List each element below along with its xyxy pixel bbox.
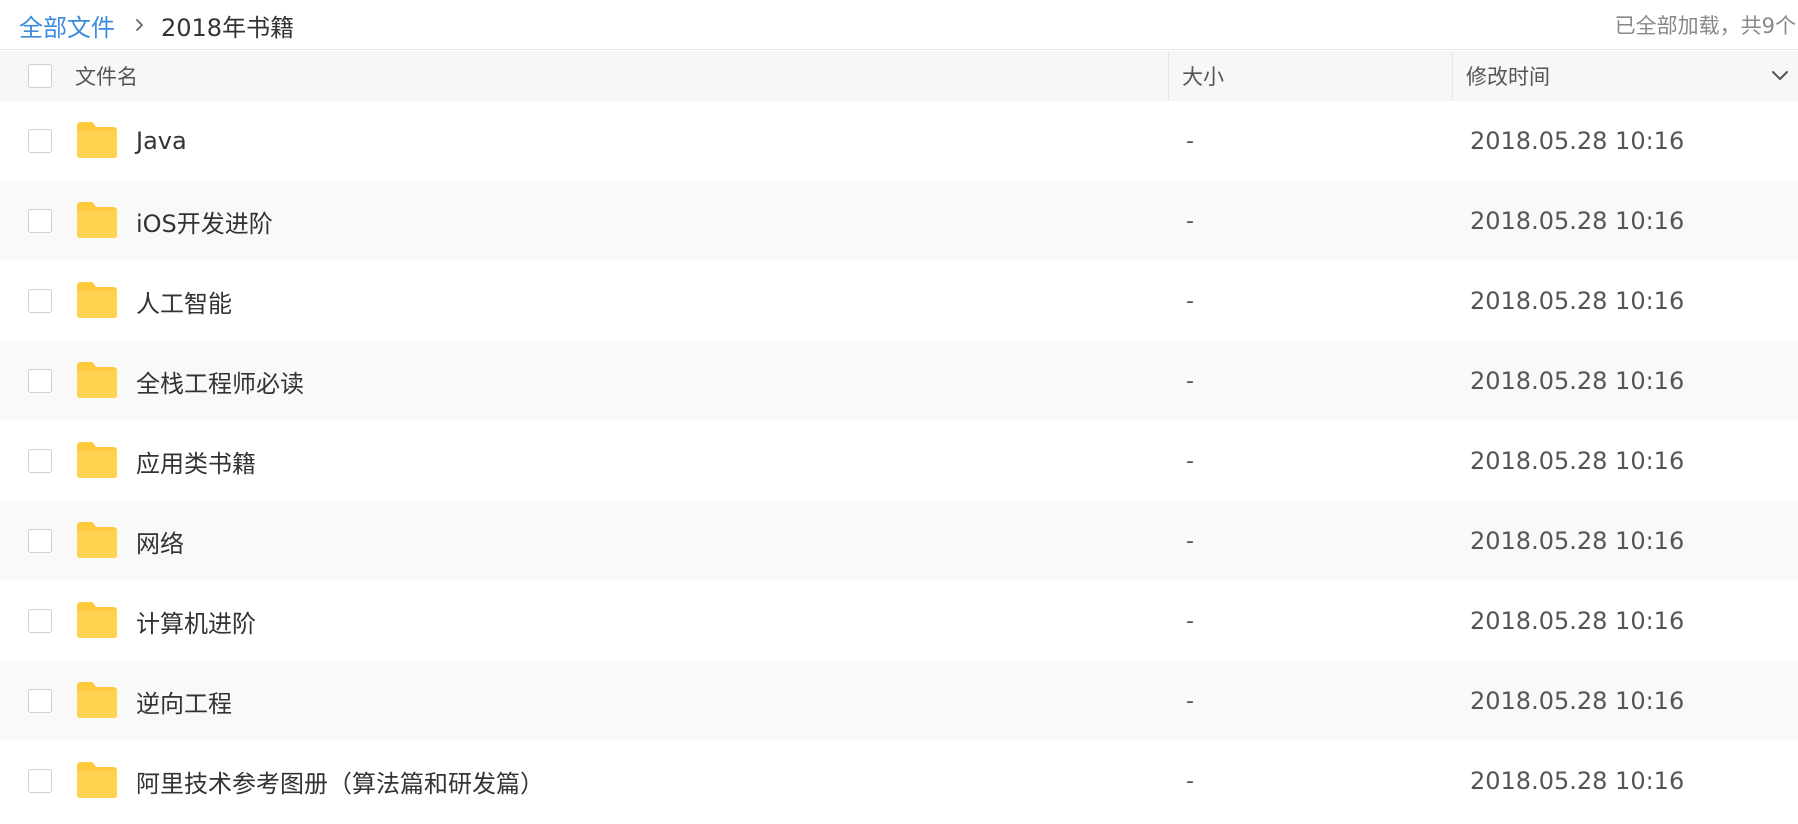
chevron-down-icon[interactable] bbox=[1770, 67, 1790, 85]
breadcrumb-current: 2018年书籍 bbox=[161, 13, 295, 42]
breadcrumb: 全部文件 2018年书籍 bbox=[19, 0, 294, 50]
load-status: 已全部加载，共9个 bbox=[1614, 14, 1796, 38]
file-modified-time: 2018.05.28 10:16 bbox=[1470, 127, 1685, 155]
column-header-size[interactable]: 大小 bbox=[1182, 51, 1224, 101]
folder-icon bbox=[77, 122, 117, 158]
file-modified-time: 2018.05.28 10:16 bbox=[1470, 767, 1685, 795]
row-checkbox[interactable] bbox=[28, 289, 52, 313]
folder-icon bbox=[77, 602, 117, 638]
row-checkbox[interactable] bbox=[28, 209, 52, 233]
file-row[interactable]: 计算机进阶 - 2018.05.28 10:16 bbox=[0, 581, 1798, 661]
file-row[interactable]: 网络 - 2018.05.28 10:16 bbox=[0, 501, 1798, 581]
file-row[interactable]: iOS开发进阶 - 2018.05.28 10:16 bbox=[0, 181, 1798, 261]
row-checkbox[interactable] bbox=[28, 529, 52, 553]
breadcrumb-root-link[interactable]: 全部文件 bbox=[19, 8, 115, 43]
file-list: Java - 2018.05.28 10:16 iOS开发进阶 - 2018.05.28 … bbox=[0, 101, 1798, 821]
column-divider[interactable] bbox=[1452, 51, 1453, 101]
file-row[interactable]: 全栈工程师必读 - 2018.05.28 10:16 bbox=[0, 341, 1798, 421]
top-bar: 全部文件 2018年书籍 已全部加载，共9个 bbox=[0, 0, 1798, 50]
file-row[interactable]: Java - 2018.05.28 10:16 bbox=[0, 101, 1798, 181]
file-size: - bbox=[1186, 208, 1194, 234]
row-checkbox[interactable] bbox=[28, 449, 52, 473]
file-modified-time: 2018.05.28 10:16 bbox=[1470, 367, 1685, 395]
file-modified-time: 2018.05.28 10:16 bbox=[1470, 287, 1685, 315]
file-size: - bbox=[1186, 768, 1194, 794]
column-header-modified[interactable]: 修改时间 bbox=[1466, 51, 1550, 101]
column-header-name[interactable]: 文件名 bbox=[75, 51, 138, 101]
file-modified-time: 2018.05.28 10:16 bbox=[1470, 207, 1685, 235]
file-row[interactable]: 阿里技术参考图册（算法篇和研发篇） - 2018.05.28 10:16 bbox=[0, 741, 1798, 821]
folder-icon bbox=[77, 362, 117, 398]
folder-icon bbox=[77, 282, 117, 318]
file-name[interactable]: 全栈工程师必读 bbox=[136, 341, 304, 421]
row-checkbox[interactable] bbox=[28, 689, 52, 713]
chevron-right-icon bbox=[136, 19, 143, 31]
select-all-checkbox[interactable] bbox=[28, 64, 52, 88]
file-modified-time: 2018.05.28 10:16 bbox=[1470, 527, 1685, 555]
file-size: - bbox=[1186, 608, 1194, 634]
file-row[interactable]: 人工智能 - 2018.05.28 10:16 bbox=[0, 261, 1798, 341]
folder-icon bbox=[77, 442, 117, 478]
file-size: - bbox=[1186, 288, 1194, 314]
file-name[interactable]: Java bbox=[136, 101, 187, 181]
file-row[interactable]: 应用类书籍 - 2018.05.28 10:16 bbox=[0, 421, 1798, 501]
row-checkbox[interactable] bbox=[28, 369, 52, 393]
file-name[interactable]: 应用类书籍 bbox=[136, 421, 256, 501]
folder-icon bbox=[77, 762, 117, 798]
file-row[interactable]: 逆向工程 - 2018.05.28 10:16 bbox=[0, 661, 1798, 741]
column-divider[interactable] bbox=[1168, 51, 1169, 101]
file-size: - bbox=[1186, 528, 1194, 554]
file-name[interactable]: iOS开发进阶 bbox=[136, 181, 273, 261]
file-size: - bbox=[1186, 448, 1194, 474]
file-list-header: 文件名 大小 修改时间 bbox=[0, 51, 1798, 101]
file-modified-time: 2018.05.28 10:16 bbox=[1470, 607, 1685, 635]
file-size: - bbox=[1186, 368, 1194, 394]
file-name[interactable]: 网络 bbox=[136, 501, 184, 581]
file-modified-time: 2018.05.28 10:16 bbox=[1470, 687, 1685, 715]
folder-icon bbox=[77, 682, 117, 718]
file-name[interactable]: 阿里技术参考图册（算法篇和研发篇） bbox=[136, 741, 544, 821]
folder-icon bbox=[77, 522, 117, 558]
row-checkbox[interactable] bbox=[28, 129, 52, 153]
file-name[interactable]: 逆向工程 bbox=[136, 661, 232, 741]
file-name[interactable]: 计算机进阶 bbox=[136, 581, 256, 661]
file-size: - bbox=[1186, 688, 1194, 714]
file-name[interactable]: 人工智能 bbox=[136, 261, 232, 341]
folder-icon bbox=[77, 202, 117, 238]
row-checkbox[interactable] bbox=[28, 769, 52, 793]
file-modified-time: 2018.05.28 10:16 bbox=[1470, 447, 1685, 475]
row-checkbox[interactable] bbox=[28, 609, 52, 633]
file-size: - bbox=[1186, 128, 1194, 154]
